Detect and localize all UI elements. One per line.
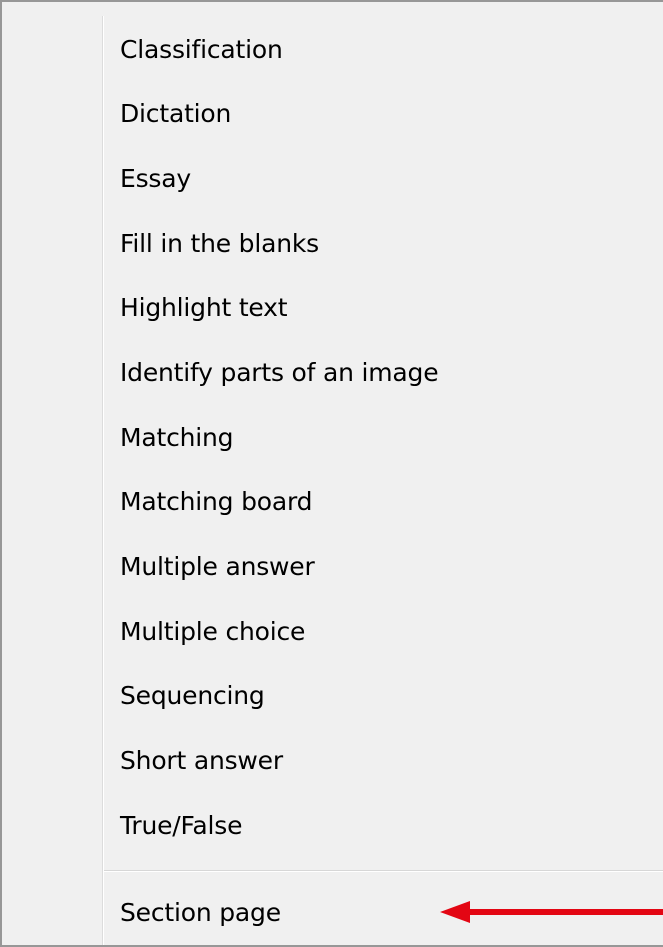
menu-item-section-page[interactable]: Section page bbox=[120, 898, 281, 928]
menu-item-highlight-text[interactable]: Highlight text bbox=[120, 293, 288, 323]
menu-item-dictation[interactable]: Dictation bbox=[120, 99, 231, 129]
menu-item-multiple-choice[interactable]: Multiple choice bbox=[120, 617, 305, 647]
left-arrow-icon bbox=[440, 901, 663, 923]
menu-item-true-false[interactable]: True/False bbox=[120, 811, 242, 841]
menu-separator bbox=[104, 870, 663, 872]
menu-item-sequencing[interactable]: Sequencing bbox=[120, 681, 265, 711]
menu-item-essay[interactable]: Essay bbox=[120, 164, 191, 194]
menu-item-matching-board[interactable]: Matching board bbox=[120, 487, 312, 517]
menu-item-multiple-answer[interactable]: Multiple answer bbox=[120, 552, 315, 582]
menu-icon-gutter-divider bbox=[102, 16, 104, 945]
question-type-context-menu: Classification Dictation Essay Fill in t… bbox=[0, 0, 663, 947]
menu-item-fill-in-the-blanks[interactable]: Fill in the blanks bbox=[120, 229, 319, 259]
menu-item-short-answer[interactable]: Short answer bbox=[120, 746, 283, 776]
menu-item-matching[interactable]: Matching bbox=[120, 423, 234, 453]
menu-item-identify-parts-of-an-image[interactable]: Identify parts of an image bbox=[120, 358, 439, 388]
menu-item-classification[interactable]: Classification bbox=[120, 35, 283, 65]
